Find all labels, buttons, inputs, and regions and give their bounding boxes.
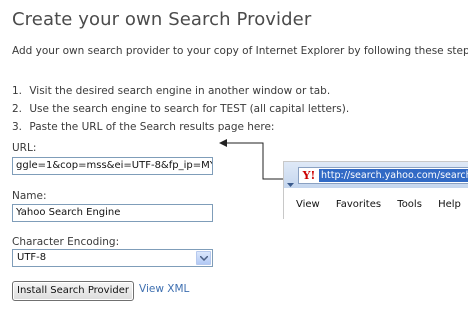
yahoo-favicon-icon: Y! [301,169,317,182]
install-search-provider-button[interactable]: Install Search Provider [12,281,134,301]
steps-list: 1. Visit the desired search engine in an… [12,82,349,136]
url-label: URL: [12,142,37,154]
step-text: Paste the URL of the Search results page… [29,121,275,133]
step-item: 3. Paste the URL of the Search results p… [12,118,349,136]
step-number: 3. [12,121,23,133]
intro-text: Add your own search provider to your cop… [12,45,468,57]
name-input[interactable]: Yahoo Search Engine [12,204,213,222]
url-input-value: ggle=1&cop=mss&ei=UTF-8&fp_ip=MY [16,160,213,171]
step-text: Use the search engine to search for TEST… [29,103,350,115]
browser-address-bar: Y! http://search.yahoo.com/search? [284,162,468,188]
encoding-select[interactable]: UTF-8 [12,249,213,267]
browser-url-text: http://search.yahoo.com/search? [319,169,468,182]
encoding-select-value: UTF-8 [17,252,47,263]
step-item: 2. Use the search engine to search for T… [12,100,349,118]
view-xml-link[interactable]: View XML [139,283,189,295]
page-title: Create your own Search Provider [12,9,312,30]
step-item: 1. Visit the desired search engine in an… [12,82,349,100]
menu-item-view: View [296,199,320,210]
browser-menubar: View Favorites Tools Help [296,199,468,210]
name-label: Name: [12,190,47,202]
nav-dropdown-icon [287,173,294,192]
url-input[interactable]: ggle=1&cop=mss&ei=UTF-8&fp_ip=MY [12,157,213,175]
step-text: Visit the desired search engine in anoth… [29,85,331,97]
menu-item-favorites: Favorites [335,199,382,210]
name-input-value: Yahoo Search Engine [16,207,121,218]
browser-snippet: Y! http://search.yahoo.com/search? View … [283,161,468,219]
step-number: 1. [12,85,23,97]
browser-address-field: Y! http://search.yahoo.com/search? [298,167,468,184]
encoding-label: Character Encoding: [12,236,120,248]
chevron-down-icon[interactable] [196,251,211,265]
menu-item-help: Help [438,199,461,210]
step-number: 2. [12,103,23,115]
menu-item-tools: Tools [397,199,422,210]
